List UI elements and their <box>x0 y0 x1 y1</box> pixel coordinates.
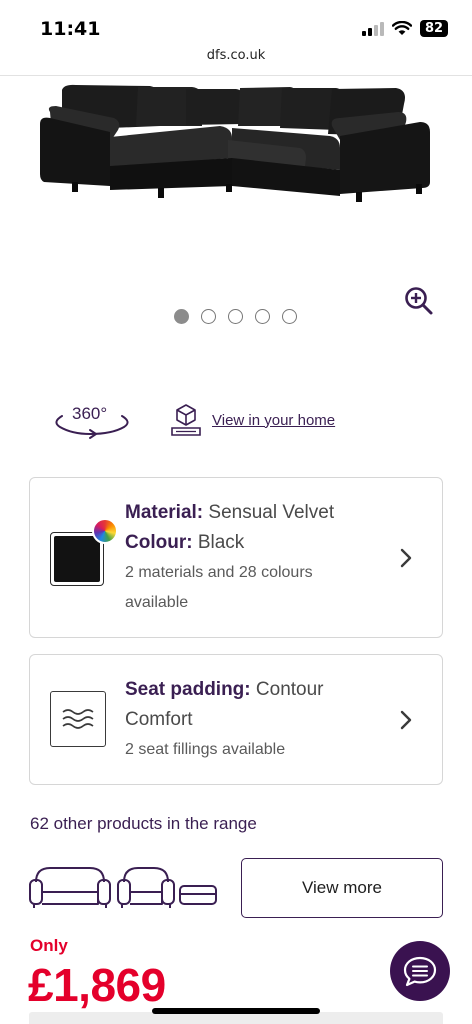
range-count-text: 62 other products in the range <box>30 814 257 833</box>
zoom-icon[interactable] <box>402 284 436 318</box>
view-in-home-link[interactable]: View in your home <box>168 402 335 438</box>
footstool-icon <box>179 885 217 905</box>
price-prefix: Only <box>30 936 68 955</box>
seat-padding-icon <box>50 691 106 747</box>
battery-indicator: 82 <box>420 20 448 37</box>
carousel-pagination <box>174 309 297 324</box>
view-360-button[interactable]: 360° <box>50 402 132 442</box>
sofa-icon <box>29 867 111 908</box>
ar-box-icon <box>171 404 201 436</box>
status-bar: 11:41 82 <box>0 0 472 48</box>
materials-availability: 2 materials and 28 colours <box>125 564 313 581</box>
range-furniture-icons <box>29 867 217 908</box>
status-icons: 82 <box>362 20 448 37</box>
wifi-icon <box>392 21 412 35</box>
chevron-right-icon <box>400 548 412 568</box>
armchair-icon <box>117 867 175 908</box>
colour-value: Black <box>197 532 245 553</box>
seat-padding-label: Seat padding: <box>125 679 251 700</box>
seat-padding-selector[interactable]: Seat padding: Contour Comfort 2 seat fil… <box>29 654 443 785</box>
carousel-dot-5[interactable] <box>282 309 297 324</box>
view-in-home-label: View in your home <box>212 411 336 429</box>
colour-label: Colour: <box>125 532 193 553</box>
url-bar[interactable]: dfs.co.uk <box>0 48 472 76</box>
colour-wheel-icon <box>92 518 118 544</box>
carousel-dot-4[interactable] <box>255 309 270 324</box>
carousel-dot-3[interactable] <box>228 309 243 324</box>
chat-button[interactable] <box>390 941 450 1001</box>
material-label: Material: <box>125 502 204 523</box>
url-text: dfs.co.uk <box>206 48 266 63</box>
product-image[interactable] <box>0 78 472 258</box>
seat-padding-value-cont: Comfort <box>125 709 193 730</box>
view-more-button[interactable]: View more <box>241 858 443 918</box>
home-indicator[interactable] <box>152 1008 320 1014</box>
material-value: Sensual Velvet <box>208 502 335 523</box>
status-time: 11:41 <box>40 18 101 40</box>
product-price: £1,869 <box>28 959 166 1011</box>
seat-padding-value: Contour <box>255 679 324 700</box>
carousel-dot-1[interactable] <box>174 309 189 324</box>
signal-icon <box>362 21 384 36</box>
chat-bubble-icon <box>403 956 437 987</box>
view-360-label: 360° <box>72 404 108 423</box>
material-colour-selector[interactable]: Material: Sensual Velvet Colour: Black 2… <box>29 477 443 638</box>
chevron-right-icon <box>400 710 412 730</box>
seat-fillings-availability: 2 seat fillings available <box>125 741 286 758</box>
materials-availability-cont: available <box>125 594 189 611</box>
carousel-dot-2[interactable] <box>201 309 216 324</box>
